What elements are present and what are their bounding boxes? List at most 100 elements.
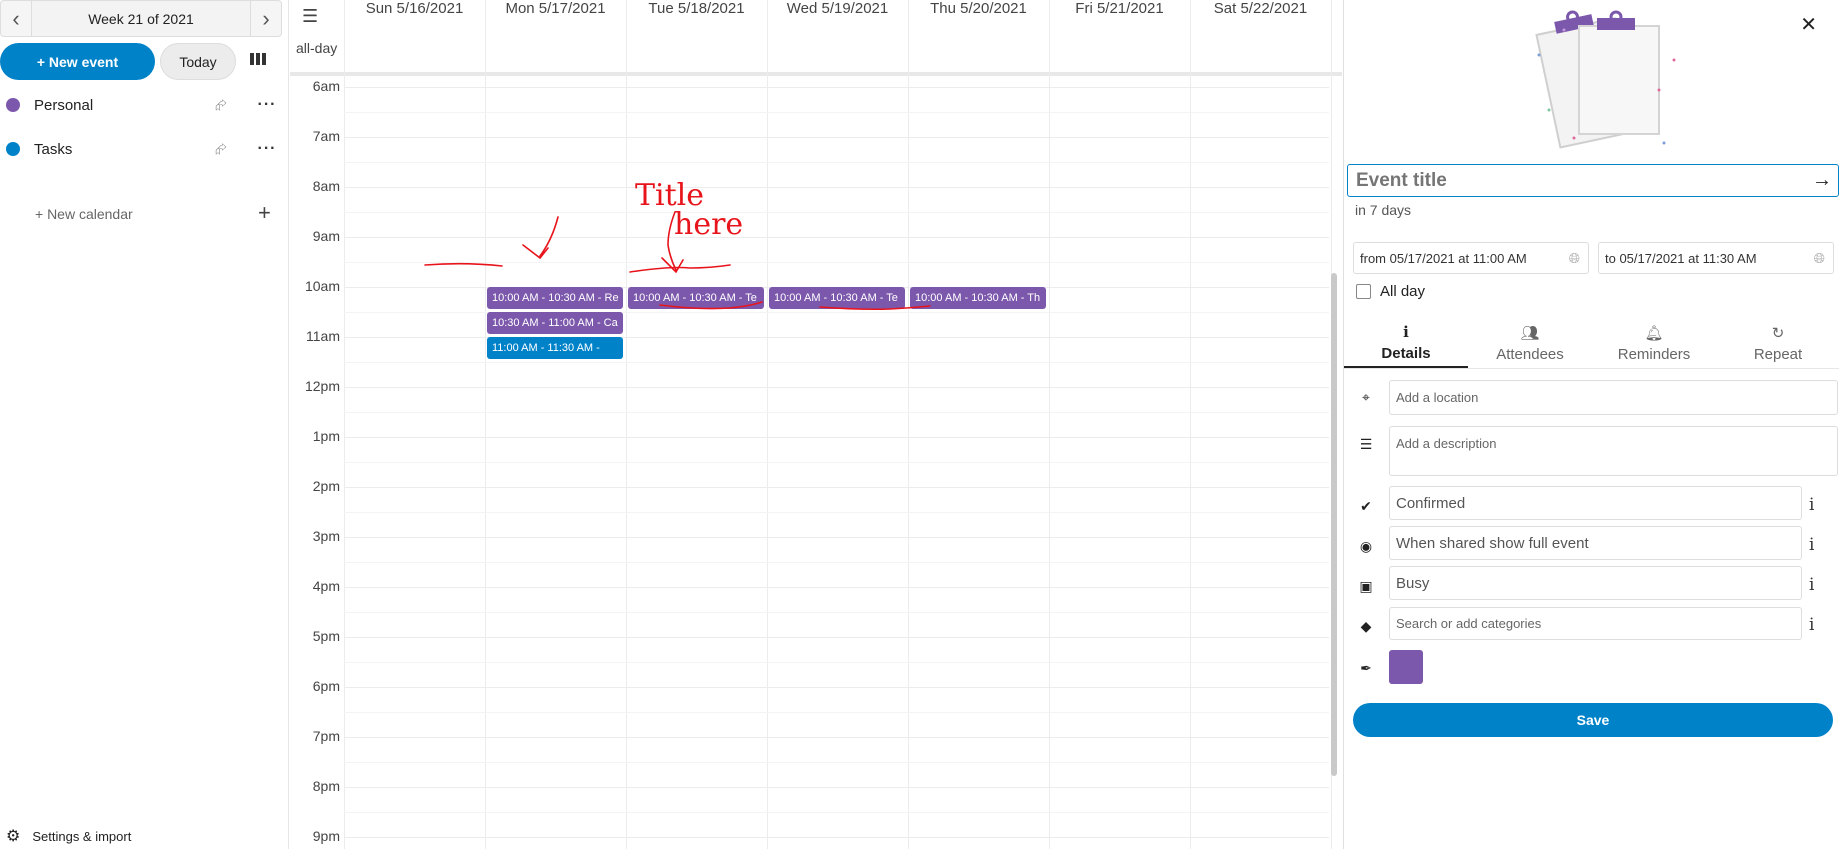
hour-label: 9am xyxy=(312,228,340,244)
end-datetime-field[interactable]: to 05/17/2021 at 11:30 AM 🌐︎ xyxy=(1598,242,1834,274)
grid-scrollbar[interactable] xyxy=(1331,273,1337,776)
new-calendar-link[interactable]: + New calendar xyxy=(35,206,133,222)
hour-line xyxy=(344,387,1329,388)
event-title-input[interactable] xyxy=(1348,169,1806,192)
calendar-name: Personal xyxy=(34,96,94,114)
arrow-right-icon[interactable]: → xyxy=(1806,169,1838,192)
hour-label: 2pm xyxy=(312,478,340,494)
day-header: Fri 5/21/2021 xyxy=(1075,0,1164,17)
more-options-icon[interactable]: ··· xyxy=(255,140,279,158)
view-switcher-icon[interactable] xyxy=(250,53,268,69)
text-lines-icon: ☰ xyxy=(1359,436,1373,452)
info-icon[interactable]: i xyxy=(1809,535,1814,555)
new-event-button[interactable]: + New event xyxy=(0,43,155,80)
hour-line xyxy=(344,737,1329,738)
day-header: Thu 5/20/2021 xyxy=(930,0,1027,17)
day-column-divider xyxy=(1190,0,1191,849)
close-icon[interactable]: ✕ xyxy=(1800,12,1817,37)
hour-label: 11am xyxy=(306,328,340,344)
tag-icon: ◆ xyxy=(1360,618,1372,634)
calendar-event[interactable]: 10:00 AM - 10:30 AM - Re xyxy=(487,287,623,309)
hour-label: 8pm xyxy=(312,778,340,794)
end-datetime-text: to 05/17/2021 at 11:30 AM xyxy=(1605,250,1757,266)
half-hour-line xyxy=(344,412,1329,413)
description-input[interactable]: Add a description xyxy=(1389,426,1838,476)
week-grid[interactable]: ☰ Sun 5/16/2021 Mon 5/17/2021 Tue 5/18/2… xyxy=(290,0,1342,849)
categories-input[interactable]: Search or add categories xyxy=(1389,607,1802,640)
week-label[interactable]: Week 21 of 2021 xyxy=(31,1,251,36)
half-hour-line xyxy=(344,512,1329,513)
info-icon[interactable]: i xyxy=(1809,575,1814,595)
tab-details[interactable]: i Details xyxy=(1344,318,1468,368)
all-day-checkbox[interactable]: All day xyxy=(1356,283,1425,300)
previous-week-button[interactable]: ‹ xyxy=(1,1,31,36)
tab-label: Reminders xyxy=(1617,345,1691,363)
next-week-button[interactable]: › xyxy=(251,1,281,36)
hour-label: 1pm xyxy=(312,428,340,444)
settings-label: Settings & import xyxy=(32,828,132,844)
save-button[interactable]: Save xyxy=(1353,703,1833,737)
hour-label: 6pm xyxy=(312,678,340,694)
tab-label: Repeat xyxy=(1753,345,1803,363)
half-hour-line xyxy=(344,262,1329,263)
calendar-item-tasks[interactable]: Tasks ⮳ ··· xyxy=(0,129,285,169)
info-icon[interactable]: i xyxy=(1809,615,1814,635)
clipboard-illustration xyxy=(1535,10,1676,149)
half-hour-line xyxy=(344,762,1329,763)
event-editor-sidebar: ✕ → in 7 days from 05/17/2021 at 11:00 A… xyxy=(1343,0,1839,849)
today-button[interactable]: Today xyxy=(160,43,236,80)
half-hour-line xyxy=(344,362,1329,363)
hour-line xyxy=(344,87,1329,88)
event-color-swatch[interactable] xyxy=(1389,650,1423,684)
chevron-right-icon: › xyxy=(262,5,270,31)
day-header: Tue 5/18/2021 xyxy=(648,0,745,17)
calendar-event[interactable]: 11:00 AM - 11:30 AM - xyxy=(487,337,623,359)
visibility-select[interactable]: When shared show full event xyxy=(1389,526,1802,560)
hour-line xyxy=(344,237,1329,238)
chevron-left-icon: ‹ xyxy=(12,5,20,31)
relative-time-label: in 7 days xyxy=(1355,202,1412,218)
tab-reminders[interactable]: 🔔︎ Reminders xyxy=(1592,318,1716,368)
calendar-item-personal[interactable]: Personal ⮳ ··· xyxy=(0,85,285,125)
tab-attendees[interactable]: 👥︎ Attendees xyxy=(1468,318,1592,368)
hour-label: 7pm xyxy=(312,728,340,744)
calendar-event[interactable]: 10:00 AM - 10:30 AM - Te xyxy=(769,287,905,309)
availability-select[interactable]: Busy xyxy=(1389,566,1802,600)
share-icon[interactable]: ⮳ xyxy=(209,97,233,114)
app-navigation: ‹ Week 21 of 2021 › + New event Today Pe… xyxy=(0,0,289,849)
half-hour-line xyxy=(344,712,1329,713)
status-select[interactable]: Confirmed xyxy=(1389,486,1802,520)
hour-label: 8am xyxy=(312,178,340,194)
tab-label: Details xyxy=(1381,344,1431,362)
globe-icon[interactable]: 🌐︎ xyxy=(1814,250,1825,267)
hour-line xyxy=(344,187,1329,188)
info-icon[interactable]: i xyxy=(1809,495,1814,515)
hour-label: 10am xyxy=(304,278,340,294)
day-header: Sun 5/16/2021 xyxy=(365,0,464,17)
location-input[interactable]: Add a location xyxy=(1389,380,1838,415)
handwritten-annotation: Title here xyxy=(424,178,931,311)
calendar-event[interactable]: 10:00 AM - 10:30 AM - Te xyxy=(628,287,764,309)
calendar-event[interactable]: 10:00 AM - 10:30 AM - Th xyxy=(910,287,1046,309)
hamburger-menu-icon[interactable]: ☰ xyxy=(302,6,318,27)
bell-icon: 🔔︎ xyxy=(1644,324,1664,342)
calendar-name: Tasks xyxy=(34,140,73,158)
more-options-icon[interactable]: ··· xyxy=(255,96,279,114)
checkbox[interactable] xyxy=(1356,284,1371,299)
globe-icon[interactable]: 🌐︎ xyxy=(1569,250,1580,267)
half-hour-line xyxy=(344,162,1329,163)
half-hour-line xyxy=(344,212,1329,213)
add-calendar-icon[interactable]: + xyxy=(258,200,271,226)
people-icon: 👥︎ xyxy=(1520,324,1540,342)
settings-import-button[interactable]: ⚙ Settings & import xyxy=(6,826,131,846)
share-icon[interactable]: ⮳ xyxy=(209,141,233,158)
calendar-color-dot xyxy=(6,142,20,156)
tab-repeat[interactable]: ↻ Repeat xyxy=(1716,318,1839,368)
event-title-field[interactable]: → xyxy=(1347,164,1839,197)
calendar-event[interactable]: 10:30 AM - 11:00 AM - Ca xyxy=(487,312,623,334)
hour-label: 4pm xyxy=(312,578,340,594)
start-datetime-text: from 05/17/2021 at 11:00 AM xyxy=(1360,250,1527,266)
start-datetime-field[interactable]: from 05/17/2021 at 11:00 AM 🌐︎ xyxy=(1353,242,1589,274)
hour-line xyxy=(344,687,1329,688)
day-header: Wed 5/19/2021 xyxy=(786,0,889,17)
